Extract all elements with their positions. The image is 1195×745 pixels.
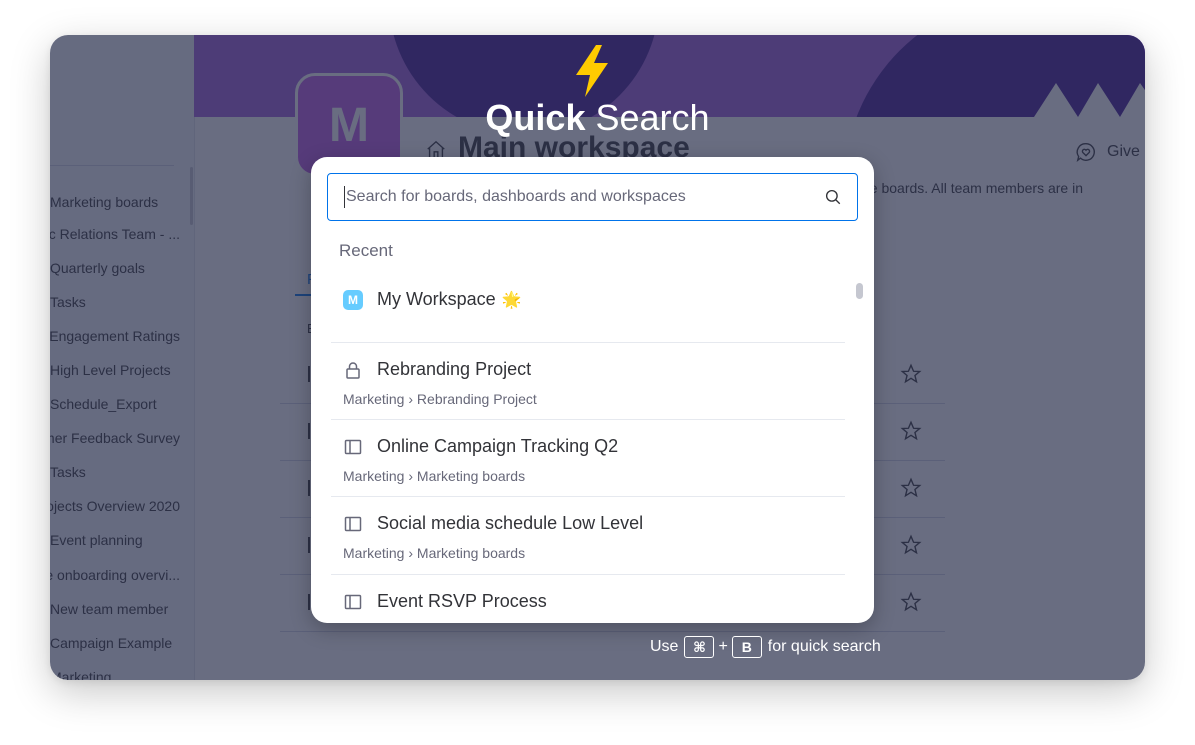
- quick-search-dialog: Recent M My Workspace 🌟 Rebranding Proje…: [311, 157, 874, 623]
- quick-search-title: Quick Search: [50, 97, 1145, 139]
- search-icon[interactable]: [824, 188, 842, 206]
- breadcrumb-folder: Marketing boards: [416, 468, 526, 484]
- result-title: Rebranding Project: [377, 359, 532, 379]
- quick-search-title-bold: Quick: [485, 97, 586, 138]
- search-result-item[interactable]: Social media schedule Low Level Marketin…: [331, 497, 845, 575]
- search-result-item[interactable]: M My Workspace 🌟: [331, 269, 845, 343]
- search-result-item[interactable]: Event RSVP Process: [331, 575, 845, 623]
- b-key: B: [731, 636, 762, 658]
- results-scrollbar[interactable]: [856, 283, 863, 299]
- breadcrumb-workspace: Marketing: [343, 391, 405, 407]
- breadcrumb-separator: ›: [408, 468, 414, 484]
- result-title: Event RSVP Process: [377, 591, 547, 611]
- lock-icon: [346, 361, 360, 379]
- result-title: My Workspace: [377, 289, 496, 309]
- result-breadcrumb: Marketing › Marketing boards: [343, 468, 525, 484]
- search-input[interactable]: [344, 186, 824, 208]
- lightning-bolt-icon: [576, 45, 608, 97]
- sparkle-emoji-icon: 🌟: [501, 291, 522, 309]
- board-icon: [344, 439, 362, 454]
- search-field[interactable]: [327, 173, 858, 221]
- quick-search-title-light: Search: [595, 97, 710, 138]
- hint-prefix: Use: [650, 638, 679, 655]
- result-title: Online Campaign Tracking Q2: [377, 436, 619, 456]
- breadcrumb-folder: Marketing boards: [416, 545, 526, 561]
- search-result-item[interactable]: Online Campaign Tracking Q2 Marketing › …: [331, 420, 845, 497]
- breadcrumb-separator: ›: [408, 545, 414, 561]
- board-icon: [344, 516, 362, 531]
- shortcut-hint: Use ⌘ + B for quick search: [650, 636, 881, 658]
- hint-suffix: for quick search: [767, 638, 881, 655]
- board-icon: [344, 594, 362, 609]
- command-key-icon: ⌘: [684, 636, 715, 658]
- result-breadcrumb: Marketing › Marketing boards: [343, 545, 525, 561]
- recent-section-label: Recent: [339, 241, 393, 260]
- search-result-item[interactable]: Rebranding Project Marketing › Rebrandin…: [331, 343, 845, 420]
- result-breadcrumb: Marketing › Rebranding Project: [343, 391, 537, 407]
- breadcrumb-folder: Rebranding Project: [416, 391, 537, 407]
- hint-plus: +: [718, 638, 728, 655]
- breadcrumb-workspace: Marketing: [343, 545, 405, 561]
- breadcrumb-separator: ›: [408, 391, 414, 407]
- workspace-badge-icon: M: [343, 289, 363, 310]
- breadcrumb-workspace: Marketing: [343, 468, 405, 484]
- result-title: Social media schedule Low Level: [377, 513, 644, 533]
- app-window: Marketing boards Public Relations Team -…: [50, 35, 1145, 680]
